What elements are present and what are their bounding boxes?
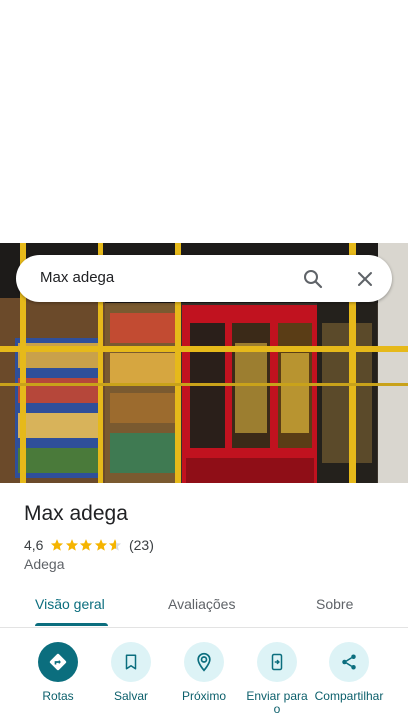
send-to-phone-icon — [271, 653, 283, 671]
tab-overview[interactable]: Visão geral — [35, 596, 105, 612]
search-icon[interactable] — [301, 267, 325, 291]
send-to-phone-button[interactable]: Enviar para o — [237, 642, 317, 716]
tab-reviews[interactable]: Avaliações — [168, 596, 235, 612]
star-icon — [65, 539, 79, 551]
bookmark-icon — [125, 654, 137, 670]
place-title: Max adega — [24, 502, 128, 525]
search-input[interactable]: Max adega — [40, 269, 114, 286]
share-icon — [342, 654, 356, 670]
rating-value: 4,6 — [24, 537, 44, 553]
directions-button[interactable]: Rotas — [18, 642, 98, 703]
save-label: Salvar — [113, 689, 148, 703]
nearby-icon — [197, 652, 211, 672]
directions-label: Rotas — [42, 689, 74, 703]
tab-about[interactable]: Sobre — [316, 596, 353, 612]
star-rating — [50, 538, 123, 552]
send-to-phone-label: Enviar para o — [246, 689, 308, 716]
search-bar[interactable]: Max adega — [16, 255, 392, 302]
nearby-label: Próximo — [181, 689, 226, 703]
tab-bar: Visão geral Avaliações Sobre — [0, 585, 408, 628]
share-label: Compartilhar — [314, 689, 384, 703]
directions-icon — [49, 653, 67, 671]
share-button[interactable]: Compartilhar — [309, 642, 389, 703]
save-button[interactable]: Salvar — [91, 642, 171, 703]
star-icon — [51, 539, 64, 551]
close-icon[interactable] — [353, 267, 377, 291]
half-star-icon — [109, 539, 122, 551]
rating-row[interactable]: 4,6 (23) — [24, 536, 154, 554]
star-icon — [94, 539, 108, 551]
review-count: (23) — [128, 537, 154, 553]
star-icon — [80, 539, 93, 551]
nearby-button[interactable]: Próximo — [164, 642, 244, 703]
active-tab-indicator — [35, 623, 108, 626]
place-category: Adega — [24, 556, 65, 572]
